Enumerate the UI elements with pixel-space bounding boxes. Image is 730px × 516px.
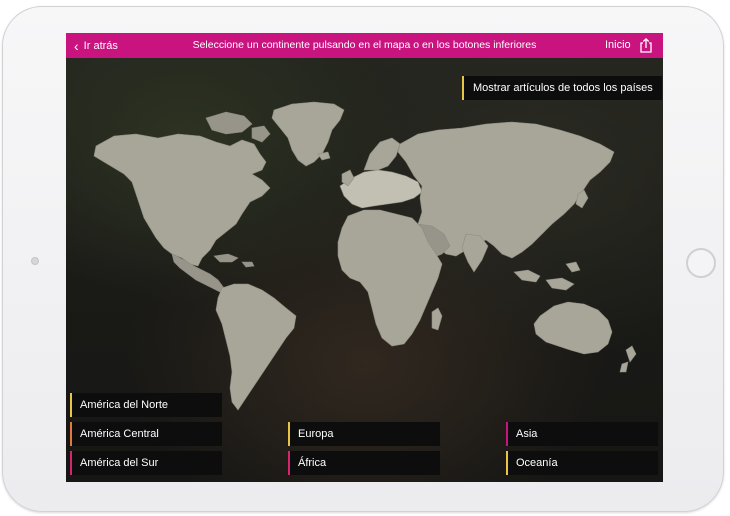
europe-button[interactable]: Europa (288, 422, 440, 446)
world-map[interactable] (66, 58, 663, 482)
app-screen: ‹ Ir atrás Seleccione un continente puls… (66, 33, 663, 482)
central-america-button[interactable]: América Central (70, 422, 222, 446)
navigation-bar: ‹ Ir atrás Seleccione un continente puls… (66, 33, 663, 58)
greenland-region[interactable] (271, 101, 345, 167)
caribbean-islands[interactable] (213, 253, 255, 268)
share-icon[interactable] (639, 38, 653, 53)
asia-button[interactable]: Asia (506, 422, 658, 446)
back-label: Ir atrás (83, 39, 118, 52)
australia-region[interactable] (533, 301, 613, 355)
oceania-button[interactable]: Oceanía (506, 451, 658, 475)
back-button[interactable]: ‹ Ir atrás (74, 33, 118, 58)
north-america-button[interactable]: América del Norte (70, 393, 222, 417)
north-america-region[interactable] (93, 133, 271, 267)
show-all-countries-button[interactable]: Mostrar artículos de todos los países (462, 76, 662, 100)
home-link[interactable]: Inicio (605, 33, 631, 58)
madagascar-region[interactable] (431, 307, 443, 331)
southeast-asia-islands[interactable] (513, 261, 581, 291)
british-isles[interactable] (317, 151, 355, 187)
home-button[interactable] (686, 248, 716, 278)
arctic-islands[interactable] (205, 111, 271, 143)
scandinavia-region[interactable] (363, 137, 401, 171)
new-zealand-region[interactable] (619, 345, 637, 373)
camera (31, 257, 39, 265)
africa-button[interactable]: África (288, 451, 440, 475)
south-america-region[interactable] (215, 283, 297, 411)
chevron-left-icon: ‹ (74, 37, 79, 54)
south-america-button[interactable]: América del Sur (70, 451, 222, 475)
page-title: Seleccione un continente pulsando en el … (192, 39, 537, 51)
